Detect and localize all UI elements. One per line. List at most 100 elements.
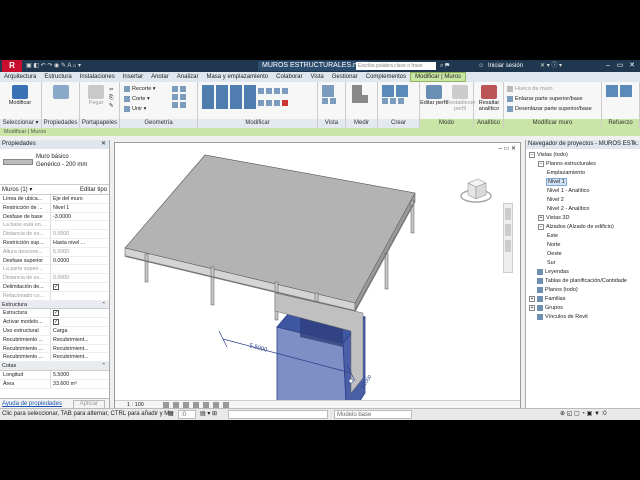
clipboard-icons[interactable]: ✂ ⎘ ✎ [109, 86, 114, 110]
property-row[interactable]: Restricción sup... Hasta nivel ... [0, 238, 109, 248]
property-value[interactable]: ✓ [50, 282, 109, 291]
property-row[interactable]: Desfase superior 0.0000 [0, 256, 109, 266]
section-structure[interactable]: Estructura ⌃ [0, 300, 109, 310]
tree-item[interactable]: Tablas de planificación/Cantidade [526, 277, 640, 286]
collapse-icon[interactable]: − [538, 223, 544, 230]
expand-icon[interactable]: + [529, 295, 535, 302]
tab-7[interactable]: Colaborar [272, 72, 306, 82]
property-row[interactable]: Delimitación de... ✓ [0, 282, 109, 292]
property-row[interactable]: La parte superi... [0, 265, 109, 275]
expand-icon[interactable]: + [538, 214, 544, 221]
create-icons[interactable] [382, 85, 410, 105]
model-selector[interactable]: Modelo base [334, 410, 412, 419]
properties-button[interactable] [47, 85, 75, 100]
property-row[interactable]: Activar modelo... ✓ [0, 318, 109, 327]
tab-6[interactable]: Masa y emplazamiento [202, 72, 272, 82]
worksets-icon[interactable]: ▦ [168, 409, 174, 420]
collapse-icon[interactable]: − [538, 160, 544, 167]
property-value[interactable]: Recubrimient... [50, 344, 109, 353]
property-value[interactable]: Recubrimient... [50, 335, 109, 344]
edit-type-button[interactable]: Editar tipo [80, 185, 107, 195]
properties-help-link[interactable]: Ayuda de propiedades [0, 401, 62, 407]
tree-item[interactable]: Planos (todo) [526, 286, 640, 295]
quick-access-icons[interactable]: ▣ ◧ ↶ ↷ ◉ ✎ A ⌂ ▾ [26, 62, 81, 70]
close-icon[interactable]: ✕ [626, 60, 638, 72]
tree-item[interactable]: − Planos estructurales [526, 160, 640, 169]
property-value[interactable] [50, 291, 109, 300]
property-value[interactable]: 0.0000 [50, 256, 109, 265]
tree-item[interactable]: Sur [526, 259, 640, 268]
tree-item[interactable]: Nivel 2 [526, 196, 640, 205]
tree-item[interactable]: Norte [526, 241, 640, 250]
search-input[interactable]: Escriba palabra clave o frase [356, 62, 436, 70]
property-value[interactable]: ✓ [50, 309, 109, 318]
tree-item[interactable]: Nivel 2 - Analítico [526, 205, 640, 214]
property-row[interactable]: Línea de ubica... Eje del muro [0, 195, 109, 204]
tab-3[interactable]: Insertar [119, 72, 147, 82]
property-value[interactable]: 0.0000 [50, 274, 109, 282]
measure-icons[interactable] [352, 85, 370, 103]
tab-9[interactable]: Gestionar [328, 72, 362, 82]
property-value[interactable]: ✓ [50, 318, 109, 326]
property-row[interactable]: Distancia de ex... 0.0000 [0, 230, 109, 239]
close-icon[interactable]: ✕ [632, 140, 637, 149]
tab-0[interactable]: Arquitectura [0, 72, 40, 82]
property-row[interactable]: Estructura ✓ [0, 309, 109, 319]
property-value[interactable] [50, 221, 109, 230]
property-value[interactable]: 5.5000 [50, 370, 109, 379]
property-row[interactable]: Restricción de ... Nivel 1 [0, 203, 109, 213]
tab-5[interactable]: Analizar [173, 72, 203, 82]
highlight-analytical-button[interactable]: Resaltar analítico [475, 85, 503, 112]
tab-2[interactable]: Instalaciones [76, 72, 119, 82]
property-value[interactable]: 33.600 m² [50, 379, 109, 388]
tree-item[interactable]: + Grupos [526, 304, 640, 313]
search-icon[interactable]: ⌕ ⚑ [440, 62, 449, 70]
tree-item[interactable]: Emplazamiento [526, 169, 640, 178]
tree-item[interactable]: + Familias [526, 295, 640, 304]
property-row[interactable]: Longitud 5.5000 [0, 370, 109, 380]
wall-opening-button[interactable]: Hueco de muro [507, 85, 553, 93]
tree-item[interactable]: + Vistas 3D [526, 214, 640, 223]
property-row[interactable]: Altura descone... 6.0000 [0, 247, 109, 257]
property-value[interactable]: Nivel 1 [50, 203, 109, 212]
login-link[interactable]: Iniciar sesión [488, 62, 523, 70]
tree-item[interactable]: Leyendas [526, 268, 640, 277]
property-row[interactable]: La base está en... [0, 221, 109, 231]
type-selector[interactable]: Muro básico Genérico - 200 mm [0, 149, 109, 185]
property-value[interactable]: 6.0000 [50, 247, 109, 256]
geometry-tools-icons[interactable] [172, 85, 188, 109]
property-row[interactable]: Recubrimiento ... Recubrimient... [0, 344, 109, 354]
detach-top-base-button[interactable]: Desenlazar parte superior/base [507, 105, 592, 113]
tree-item[interactable]: − Alzados (Alzado de edificio) [526, 223, 640, 232]
close-icon[interactable]: ✕ [101, 140, 106, 149]
section-dimensions[interactable]: Cotas ⌃ [0, 362, 109, 371]
collapse-icon[interactable]: − [529, 151, 535, 158]
property-row[interactable]: Uso estructural Carga [0, 326, 109, 336]
view-tools-icons[interactable] [322, 85, 338, 105]
tree-item[interactable]: Vínculos de Revit [526, 313, 640, 322]
property-row[interactable]: Recubrimiento ... Recubrimient... [0, 335, 109, 345]
tab-10[interactable]: Complementos [362, 72, 410, 82]
maximize-icon[interactable]: ▭ [614, 60, 626, 72]
tree-item[interactable]: − Vistas (todo) [526, 151, 640, 160]
property-row[interactable]: Distancia de ex... 0.0000 [0, 274, 109, 283]
property-value[interactable] [50, 265, 109, 274]
help-icon[interactable]: ✕ ▾ ⓘ ▾ [540, 62, 562, 70]
checkbox[interactable]: ✓ [53, 309, 59, 316]
rebar-icons[interactable] [606, 85, 634, 97]
property-row[interactable]: Recubrimiento ... Recubrimient... [0, 353, 109, 363]
property-row[interactable]: Área 33.600 m² [0, 379, 109, 389]
property-value[interactable]: 0.0000 [50, 230, 109, 238]
checkbox[interactable]: ✓ [53, 318, 59, 325]
attach-top-base-button[interactable]: Enlazar parte superior/base [507, 95, 583, 103]
geometry-join-button[interactable]: Unir ▾ [124, 105, 146, 113]
tab-1[interactable]: Estructura [40, 72, 75, 82]
property-row[interactable]: Desfase de base -3.0000 [0, 212, 109, 222]
expand-icon[interactable]: + [529, 304, 535, 311]
view-cube[interactable] [460, 173, 492, 205]
status-icons[interactable]: ▤ ▾ ⊞ [200, 409, 217, 420]
edit-profile-button[interactable]: Editar perfil [420, 85, 448, 106]
property-row[interactable]: Relacionado co... [0, 291, 109, 301]
tree-item[interactable]: Nivel 1 [526, 178, 640, 187]
modify-button[interactable]: Modificar [6, 85, 34, 106]
